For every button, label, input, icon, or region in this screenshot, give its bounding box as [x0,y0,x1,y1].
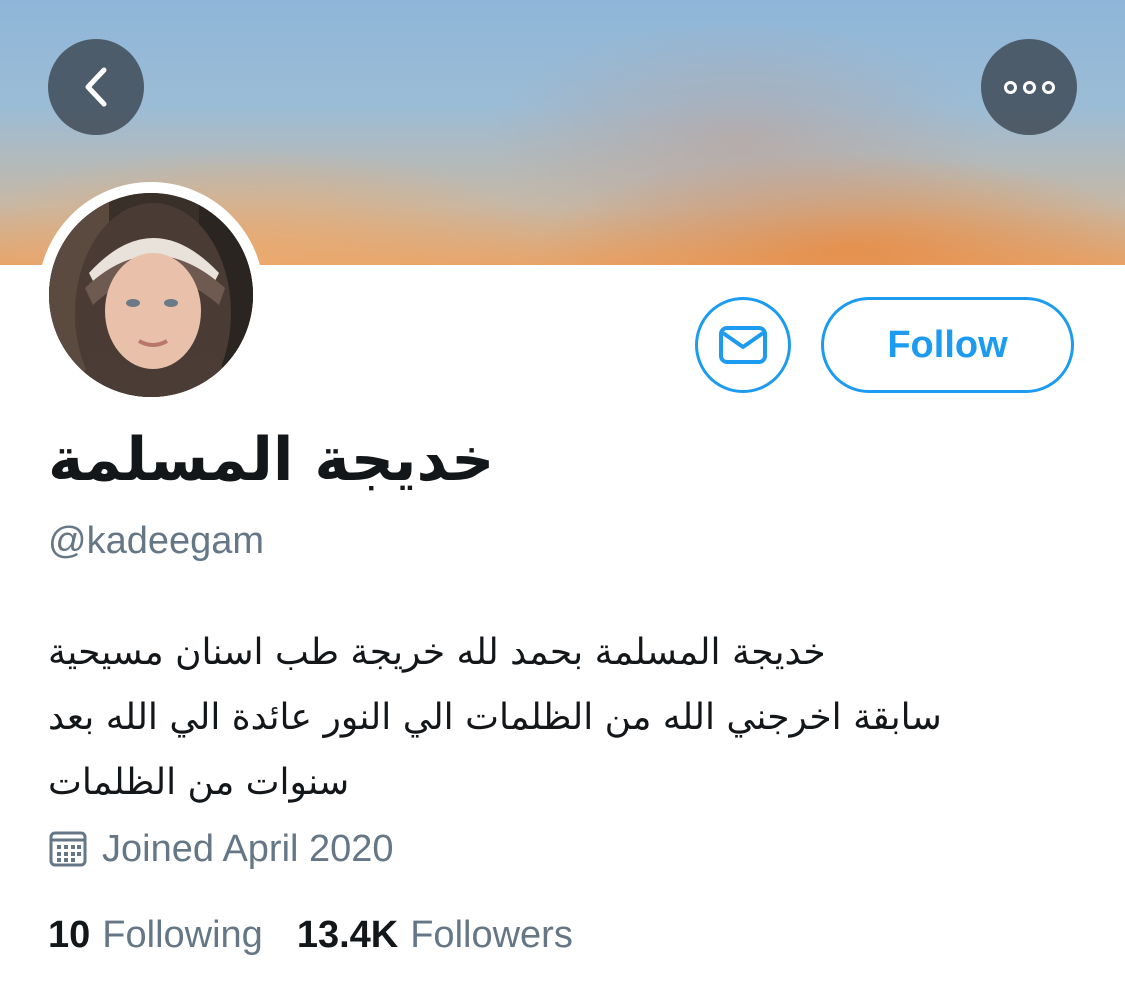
calendar-icon [49,831,87,867]
following-label: Following [102,913,263,956]
more-options-button[interactable] [981,39,1077,135]
avatar[interactable] [38,182,264,408]
followers-stat[interactable]: 13.4K Followers [297,914,573,957]
message-button[interactable] [695,297,791,393]
joined-text: Joined April 2020 [102,827,394,870]
avatar-image [49,193,253,397]
bio-line: سنوات من الظلمات [48,762,350,803]
following-stat[interactable]: 10 Following [48,914,263,957]
more-options-icon [1003,80,1055,94]
followers-label: Followers [410,913,573,956]
bio-line: خديجة المسلمة بحمد لله خريجة طب اسنان مس… [48,632,826,673]
user-handle: @kadeegam [48,520,265,562]
back-chevron-icon [85,67,107,107]
followers-count: 13.4K [296,913,399,956]
joined-date: Joined April 2020 [48,824,394,874]
follow-stats: 10 Following 13.4K Followers [48,910,573,960]
bio-line: سابقة اخرجني الله من الظلمات الي النور ع… [48,697,942,738]
display-name: خديجة المسلمة [48,425,495,495]
profile-bio: خديجة المسلمة بحمد لله خريجة طب اسنان مس… [48,620,1088,815]
following-count: 10 [48,913,91,956]
profile-page: Follow خديجة المسلمة @kadeegam خديجة الم… [0,0,1125,1003]
envelope-icon [719,326,767,364]
follow-button[interactable]: Follow [821,297,1074,393]
back-button[interactable] [48,39,144,135]
